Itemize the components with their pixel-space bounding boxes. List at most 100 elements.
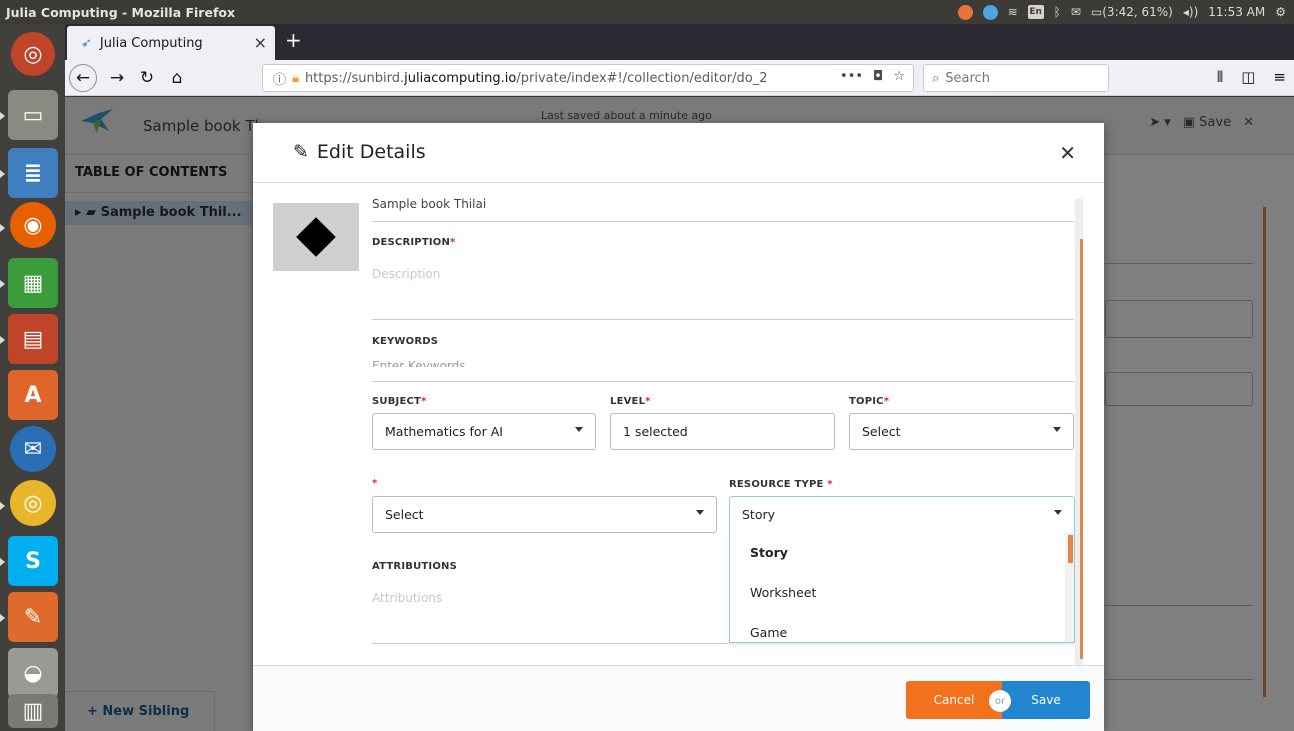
launcher-pip [0,614,5,622]
close-tab-icon[interactable]: × [254,33,267,52]
save-button[interactable]: Save [1002,681,1090,719]
modal-footer: Cancel or Save [253,665,1104,731]
chevron-down-icon [1053,427,1061,432]
resource-option-game[interactable]: Game [730,613,1074,642]
battery-text: (3:42, 61%) [1102,5,1173,19]
skype-icon[interactable]: S [8,536,58,586]
bookmark-star-icon[interactable]: ☆ [893,69,905,84]
launcher-pip [0,502,5,510]
description-field[interactable]: Description [372,267,440,281]
back-button[interactable]: ← [69,64,97,92]
required-marker: * [883,396,890,407]
modal-header: ✎ Edit Details ✕ [253,123,1104,183]
cancel-button[interactable]: Cancel [906,681,1002,719]
info-icon[interactable]: ⓘ [273,69,286,88]
reload-button[interactable]: ↻ [135,66,159,90]
attributions-label: ATTRIBUTIONS [372,561,458,572]
files-icon[interactable]: ▭ [8,90,58,140]
mail-icon[interactable]: ✉ [1071,5,1081,19]
url-bar[interactable]: ⓘ 🔒︎ https://sunbird.juliacomputing.io/p… [262,64,914,92]
calc-icon[interactable]: ▦ [8,258,58,308]
launcher-pip [0,558,5,566]
required-marker: * [421,396,427,407]
keywords-field[interactable]: Enter Keywords [372,359,466,367]
search-bar[interactable]: ⌕ Search [923,64,1109,92]
browser-tab-strip: ➶ Julia Computing × + [65,24,1294,60]
cloud-tray-icon[interactable] [982,4,998,20]
menu-scrollbar[interactable] [1065,533,1074,642]
name-field-underline [372,221,1074,222]
new-tab-icon[interactable]: + [285,28,302,52]
launcher-pip [0,280,5,288]
browser-tab[interactable]: ➶ Julia Computing × [67,26,275,60]
url-actions: ••• ◘ ☆ [840,69,905,84]
resource-type-dropdown[interactable]: Story [729,496,1075,534]
subject-dropdown[interactable]: Mathematics for AI [372,413,596,450]
pen-app-icon[interactable]: ✎ [8,592,58,642]
sidebar-icon[interactable]: ◫ [1241,68,1255,86]
browser-toolbar-right: ⫴ ◫ ≡ [1217,68,1286,86]
keywords-underline [372,381,1074,382]
software-center-icon[interactable]: A [8,370,58,420]
topic-dropdown[interactable]: Select [849,413,1074,450]
battery-status[interactable]: ▭(3:42, 61%) [1091,5,1173,19]
level-value: 1 selected [623,424,688,439]
disk-icon[interactable]: ◒ [8,648,58,698]
launcher-pip [0,170,5,178]
name-field-value[interactable]: Sample book Thilai [372,197,486,211]
ubuntu-dash-icon[interactable]: ◎ [11,32,55,76]
ubuntu-launcher: ◎ ▭ ≣ ◉ ▦ ▤ A ✉ ◎ S ✎ ◒ ▥ [0,24,65,731]
modal-title: ✎ Edit Details [293,141,426,163]
modal-body: Sample book Thilai DESCRIPTION* Descript… [253,183,1104,665]
topic-value: Select [862,424,901,439]
resource-option-worksheet[interactable]: Worksheet [730,573,1074,613]
or-divider: or [989,690,1011,712]
wifi-icon[interactable]: ≋ [1008,5,1018,19]
attributions-field[interactable]: Attributions [372,591,442,605]
modal-scrollbar-thumb[interactable] [1080,239,1083,659]
page-actions-icon[interactable]: ••• [840,69,863,84]
subject-label-text: SUBJECT [372,396,422,407]
menu-scroll-thumb[interactable] [1068,535,1073,563]
modal-title-text: Edit Details [316,141,426,163]
required-marker: * [450,237,456,248]
required-marker: * [645,396,651,407]
bluetooth-icon[interactable]: ᛒ [1054,5,1061,19]
app-icon-thumbnail[interactable] [273,203,359,271]
url-path: /private/index#!/collection/editor/do_2 [516,70,768,86]
clock[interactable]: 11:53 AM [1208,5,1265,19]
tab-favicon-icon: ➶ [81,35,92,51]
menu-icon[interactable]: ≡ [1273,68,1286,86]
unnamed-field-label: * [372,478,377,489]
home-button[interactable]: ⌂ [165,66,189,90]
lock-icon[interactable]: 🔒︎ [292,71,299,86]
chevron-down-icon [1054,510,1062,515]
description-underline [372,319,1074,320]
chrome-tray-icon[interactable] [957,4,973,20]
resource-type-label-text: RESOURCE TYPE [729,479,824,490]
close-modal-icon[interactable]: ✕ [1059,141,1076,165]
resource-type-value: Story [742,507,776,522]
keyboard-layout-indicator[interactable]: En [1027,5,1044,19]
chrome-icon[interactable]: ◎ [10,480,56,526]
unnamed-dropdown[interactable]: Select [372,496,717,533]
forward-button[interactable]: → [105,66,129,90]
required-marker: * [823,479,833,490]
description-label-text: DESCRIPTION [372,237,451,248]
writer-icon[interactable]: ≣ [8,148,58,198]
thunderbird-icon[interactable]: ✉ [10,426,56,472]
power-icon[interactable]: ⚙ [1275,5,1286,19]
impress-icon[interactable]: ▤ [8,314,58,364]
level-label-text: LEVEL [610,396,646,407]
url-host: juliacomputing.io [404,70,517,86]
trash-icon[interactable]: ▥ [8,694,58,728]
volume-icon[interactable]: ◂)) [1183,5,1198,19]
pocket-icon[interactable]: ◘ [873,69,883,84]
resource-option-story[interactable]: Story [730,533,1074,573]
launcher-pip [0,112,5,120]
os-top-bar: Julia Computing - Mozilla Firefox ≋ En ᛒ… [0,0,1294,24]
firefox-icon[interactable]: ◉ [10,202,56,248]
subject-value: Mathematics for AI [385,424,503,439]
level-multiselect[interactable]: 1 selected [610,413,835,450]
library-icon[interactable]: ⫴ [1217,68,1223,86]
